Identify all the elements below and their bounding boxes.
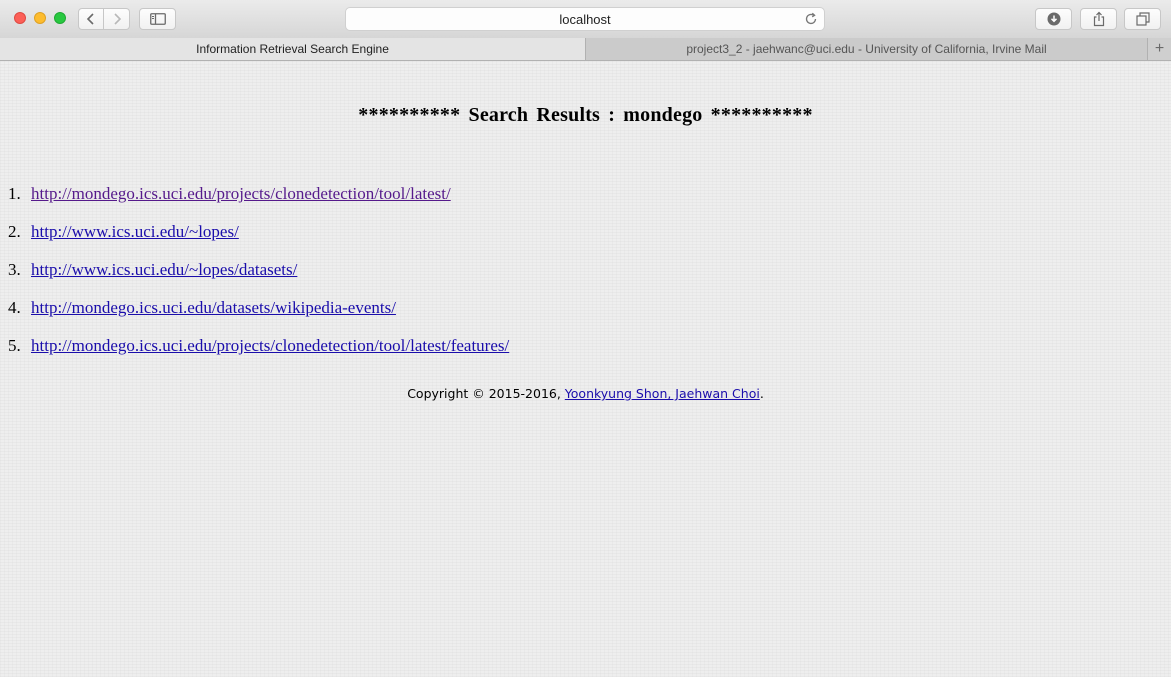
copyright-footer: Copyright © 2015-2016, Yoonkyung Shon, J… <box>0 386 1171 401</box>
downloads-button[interactable] <box>1035 8 1072 30</box>
chevron-left-icon <box>86 13 94 25</box>
tab-bar: Information Retrieval Search Engine proj… <box>0 38 1171 61</box>
show-sidebar-button[interactable] <box>139 8 176 30</box>
result-link[interactable]: http://mondego.ics.uci.edu/datasets/wiki… <box>31 298 396 317</box>
download-icon <box>1047 12 1060 26</box>
result-item: 1. http://mondego.ics.uci.edu/projects/cl… <box>8 184 509 222</box>
show-all-tabs-button[interactable] <box>1124 8 1161 30</box>
result-link[interactable]: http://mondego.ics.uci.edu/projects/clon… <box>31 184 451 203</box>
result-link[interactable]: http://www.ics.uci.edu/~lopes/ <box>31 222 239 241</box>
result-item: 4. http://mondego.ics.uci.edu/datasets/wi… <box>8 298 509 336</box>
result-item: 3. http://www.ics.uci.edu/~lopes/datasets… <box>8 260 509 298</box>
close-window-button[interactable] <box>14 12 26 24</box>
result-item: 5. http://mondego.ics.uci.edu/projects/cl… <box>8 336 509 374</box>
copyright-suffix: . <box>759 386 764 401</box>
forward-button[interactable] <box>104 8 130 30</box>
search-results-list: 1. http://mondego.ics.uci.edu/projects/cl… <box>8 184 509 374</box>
address-bar[interactable]: localhost <box>345 7 825 31</box>
share-icon <box>1093 11 1104 27</box>
result-number: 2. <box>8 222 21 241</box>
result-number: 3. <box>8 260 21 279</box>
tab-information-retrieval[interactable]: Information Retrieval Search Engine <box>0 38 586 60</box>
share-button[interactable] <box>1080 8 1117 30</box>
result-link[interactable]: http://www.ics.uci.edu/~lopes/datasets/ <box>31 260 297 279</box>
sidebar-icon <box>149 13 166 25</box>
maximize-window-button[interactable] <box>54 12 66 24</box>
result-number: 5. <box>8 336 21 355</box>
new-tab-button[interactable]: + <box>1147 38 1171 60</box>
tabs-overview-icon <box>1135 12 1150 26</box>
authors-link[interactable]: Yoonkyung Shon, Jaehwan Choi <box>565 386 760 401</box>
page-title: ********** Search Results : mondego ****… <box>358 104 813 126</box>
minimize-window-button[interactable] <box>34 12 46 24</box>
tab-label: Information Retrieval Search Engine <box>196 42 389 56</box>
browser-toolbar: localhost <box>0 0 1171 39</box>
tab-label: project3_2 - jaehwanc@uci.edu - Universi… <box>686 42 1047 56</box>
result-item: 2. http://www.ics.uci.edu/~lopes/ <box>8 222 509 260</box>
reload-icon[interactable] <box>804 12 818 26</box>
address-url: localhost <box>559 11 611 27</box>
navigation-buttons <box>78 8 130 30</box>
result-number: 1. <box>8 184 21 203</box>
copyright-text: Copyright © 2015-2016, <box>407 386 565 401</box>
page-content: ********** Search Results : mondego ****… <box>0 61 1171 677</box>
back-button[interactable] <box>78 8 104 30</box>
result-link[interactable]: http://mondego.ics.uci.edu/projects/clon… <box>31 336 509 355</box>
chevron-right-icon <box>113 13 121 25</box>
tab-uci-mail[interactable]: project3_2 - jaehwanc@uci.edu - Universi… <box>586 38 1147 60</box>
result-number: 4. <box>8 298 21 317</box>
